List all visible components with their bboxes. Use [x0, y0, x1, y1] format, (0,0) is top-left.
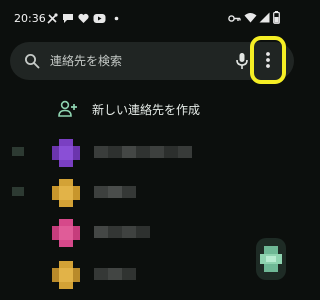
avatar [52, 139, 80, 167]
heart-icon [78, 13, 89, 23]
contact-row[interactable] [0, 174, 300, 210]
section-letter [12, 147, 24, 156]
wifi-icon [244, 13, 257, 23]
more-vert-icon[interactable] [264, 50, 272, 70]
status-bar: 20:36 [0, 0, 300, 36]
contact-name [94, 146, 194, 158]
tools-icon [47, 13, 58, 24]
search-input[interactable]: 連絡先を検索 [50, 53, 122, 69]
avatar [52, 261, 80, 289]
create-contact-button[interactable]: 新しい連絡先を作成 [0, 96, 300, 124]
contacts-fab[interactable] [256, 238, 286, 280]
notification-dot-icon [114, 16, 119, 21]
person-add-icon [58, 100, 77, 117]
youtube-icon [93, 14, 106, 23]
key-icon [228, 15, 241, 22]
section-letter [12, 187, 24, 196]
contact-row[interactable] [0, 256, 300, 292]
contact-name [94, 268, 136, 280]
avatar [52, 179, 80, 207]
signal-icon [259, 12, 270, 23]
contact-name [94, 226, 150, 238]
contact-name [94, 186, 136, 198]
chat-bubble-icon [63, 14, 73, 23]
battery-icon [273, 11, 280, 24]
contact-row[interactable] [0, 214, 300, 250]
create-contact-label: 新しい連絡先を作成 [92, 103, 201, 117]
status-time: 20:36 [14, 12, 46, 25]
mic-icon[interactable] [235, 52, 249, 70]
avatar [52, 219, 80, 247]
contacts-icon [260, 246, 282, 272]
search-icon [25, 54, 40, 69]
contact-row[interactable] [0, 134, 300, 170]
contacts-screen: 20:36 連絡先を検索 新しい連絡先を作成 [0, 0, 300, 300]
